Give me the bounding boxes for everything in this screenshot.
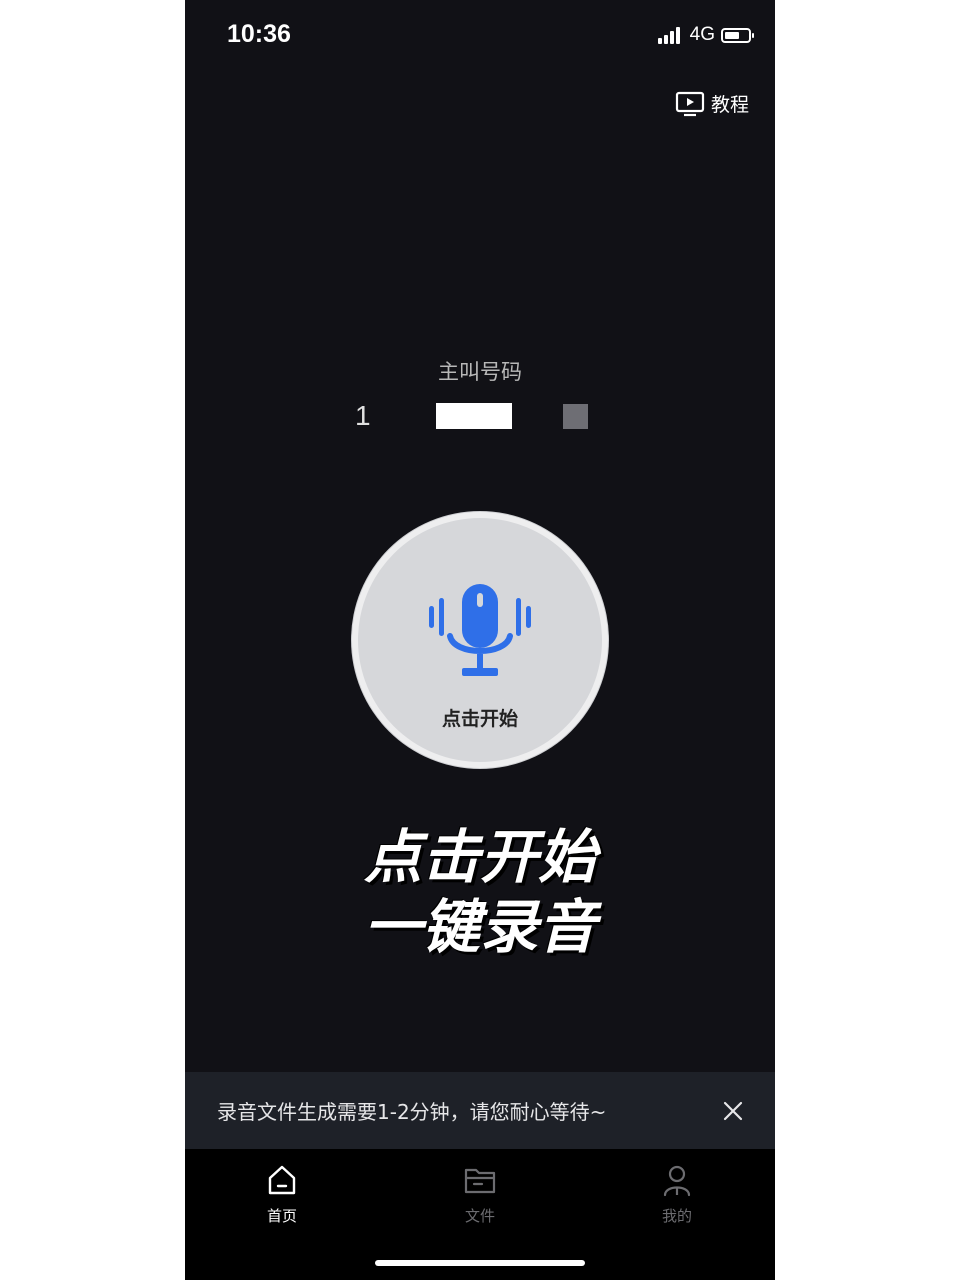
notice-banner: 录音文件生成需要1-2分钟，请您耐心等待~ [185, 1072, 775, 1149]
tab-profile-label: 我的 [661, 1207, 692, 1225]
tutorial-label: 教程 [710, 94, 749, 116]
status-time: 10:36 [227, 20, 291, 48]
caller-number-fragment: 1 [355, 400, 371, 431]
caller-number: 1 [185, 400, 775, 434]
close-icon [723, 1101, 743, 1120]
home-icon [268, 1165, 296, 1195]
headline-line-1: 点击开始 [363, 823, 596, 891]
headline-line-2: 一键录音 [363, 893, 596, 961]
tab-home-label: 首页 [266, 1207, 297, 1225]
status-icons: 4G [657, 24, 754, 46]
tab-files[interactable]: 文件 [420, 1163, 540, 1226]
phone-screen: 10:36 4G 教程 主叫号码 1 点击开始 点击开始 一键录音 录音文件生成… [185, 0, 775, 1280]
caller-number-label: 主叫号码 [438, 360, 522, 384]
notice-text: 录音文件生成需要1-2分钟，请您耐心等待~ [217, 1100, 607, 1124]
redaction-block [436, 403, 512, 429]
home-indicator [375, 1260, 585, 1266]
user-icon [663, 1165, 691, 1197]
tab-home[interactable]: 首页 [222, 1163, 342, 1226]
signal-icon [657, 26, 682, 44]
notice-close-button[interactable] [713, 1091, 753, 1131]
battery-icon [721, 27, 754, 43]
redaction-block [563, 404, 588, 429]
start-recording-button[interactable]: 点击开始 [352, 512, 608, 768]
tutorial-button[interactable]: 教程 [675, 90, 749, 117]
tab-profile[interactable]: 我的 [617, 1163, 737, 1226]
start-recording-label: 点击开始 [441, 708, 518, 730]
tab-files-label: 文件 [464, 1207, 495, 1225]
folder-icon [464, 1168, 496, 1194]
network-type: 4G [689, 24, 715, 45]
video-play-icon [675, 91, 705, 116]
promo-headline: 点击开始 一键录音 [185, 822, 775, 962]
microphone-icon [429, 584, 531, 676]
